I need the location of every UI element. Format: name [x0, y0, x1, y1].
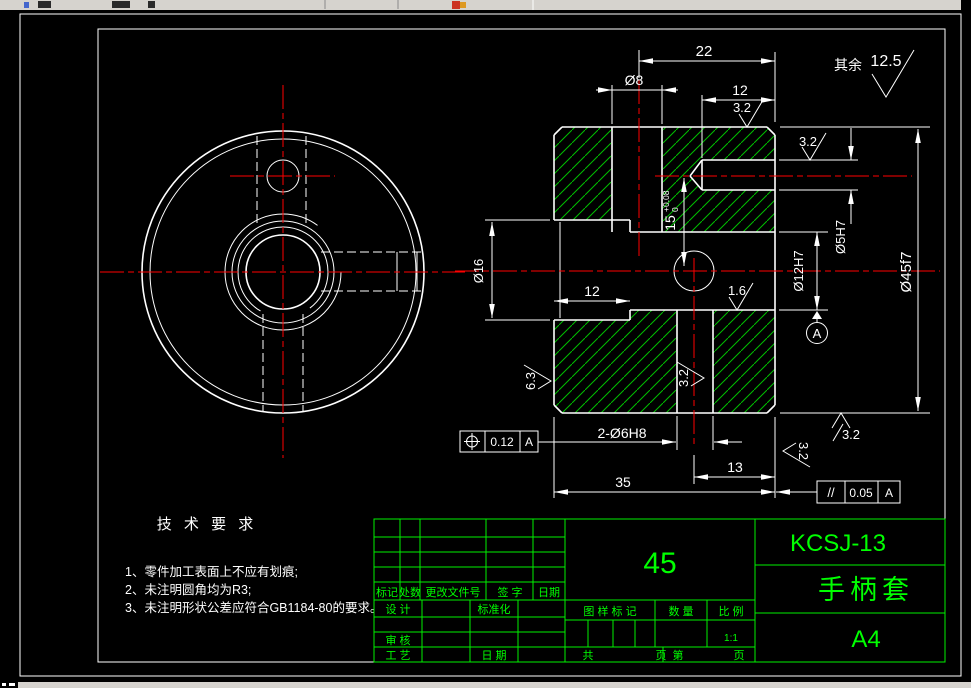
- toolbar-icon-fragment-1[interactable]: [38, 1, 51, 8]
- toolbar-icon-fragment-2[interactable]: [112, 1, 130, 8]
- toolbar-icon-fragment-3[interactable]: [148, 1, 155, 8]
- tech-req-title: 技 术 要 求: [157, 516, 258, 533]
- scale-value: 1:1: [724, 633, 738, 644]
- rev-mark-label: 标记: [376, 585, 398, 599]
- dim-slot-depth: 12: [732, 82, 748, 98]
- fcf-parallel-symbol: //: [827, 485, 835, 500]
- svg-text:0: 0: [670, 207, 680, 212]
- roughness-slot: 3.2: [799, 134, 817, 149]
- dim-slot-dia: Ø5H7: [833, 220, 848, 254]
- rev-doc-label: 更改文件号: [426, 585, 481, 599]
- rev-count-label: 处数: [399, 586, 421, 599]
- fcf-position-datum: A: [525, 435, 533, 449]
- scale-label: 比 例: [718, 604, 743, 618]
- tech-req-item-1: 1、零件加工表面上不应有划痕;: [125, 564, 298, 579]
- status-glyph: [2, 683, 6, 686]
- toolbar-icon-fragment-red[interactable]: [452, 1, 460, 9]
- dim-pin-offset: 13: [727, 459, 743, 475]
- rev-sign-label: 签 字: [497, 585, 522, 599]
- dim-top-width: 22: [696, 43, 713, 60]
- dim-pin-holes: 2-Ø6H8: [597, 425, 646, 441]
- dim-hole-dia: Ø8: [625, 72, 644, 88]
- standardization-label: 标准化: [478, 602, 511, 616]
- svg-text:3.2: 3.2: [676, 369, 691, 387]
- page-label: 页: [656, 650, 667, 662]
- sheet-size: A4: [851, 626, 880, 653]
- qty-label: 数 量: [668, 605, 693, 618]
- fcf-parallel-datum: A: [885, 486, 893, 500]
- design-label: 设 计: [385, 603, 410, 616]
- material-value: 45: [643, 547, 676, 580]
- status-strip: [2, 682, 971, 688]
- tech-req-item-2: 2、未注明圆角均为R3;: [125, 582, 251, 597]
- roughness-bottom: 3.2: [842, 427, 860, 442]
- roughness-default-label: 其余: [834, 57, 862, 73]
- svg-text:6.3: 6.3: [523, 372, 538, 390]
- status-glyph: [9, 683, 15, 686]
- part-name: 手柄套: [818, 575, 914, 605]
- audit-label: 审 核: [385, 633, 410, 647]
- datum-label: A: [813, 326, 822, 341]
- dim-bore-dia: Ø12H7: [791, 250, 806, 291]
- rev-date-label: 日期: [538, 586, 560, 599]
- roughness-bore: 1.6: [728, 283, 746, 298]
- svg-text:3.2: 3.2: [796, 442, 811, 460]
- stamp-label: 图 样 标 记: [583, 604, 636, 618]
- fcf-parallel-value: 0.05: [849, 486, 873, 500]
- toolbar-icon-fragment-blue[interactable]: [24, 2, 29, 8]
- drawing-number: KCSJ-13: [790, 530, 886, 557]
- svg-text:15: 15: [662, 215, 678, 231]
- roughness-default-value: 12.5: [870, 53, 901, 70]
- total-label: 共: [583, 649, 594, 662]
- dim-cbore-depth: 12: [584, 283, 600, 299]
- process-label: 工 艺: [385, 649, 410, 662]
- date-label: 日 期: [481, 649, 506, 662]
- dim-total-length: 35: [615, 474, 631, 490]
- dim-cbore-dia: Ø16: [471, 259, 486, 284]
- fcf-position-value: 0.12: [490, 435, 514, 449]
- toolbar-icon-fragment-yellow[interactable]: [460, 2, 466, 8]
- cad-canvas: 22 Ø8 12 3.2 其余 12.5 3.2 Ø5H7 Ø45f7 Ø12H…: [0, 0, 971, 688]
- toolbar-strip[interactable]: [0, 0, 961, 10]
- roughness-top: 3.2: [733, 100, 751, 115]
- sheet-label: 第: [673, 648, 684, 662]
- page-label-2: 页: [734, 650, 745, 662]
- tech-req-item-3: 3、未注明形状公差应符合GB1184-80的要求。: [125, 600, 382, 615]
- dim-outer-dia: Ø45f7: [898, 252, 915, 293]
